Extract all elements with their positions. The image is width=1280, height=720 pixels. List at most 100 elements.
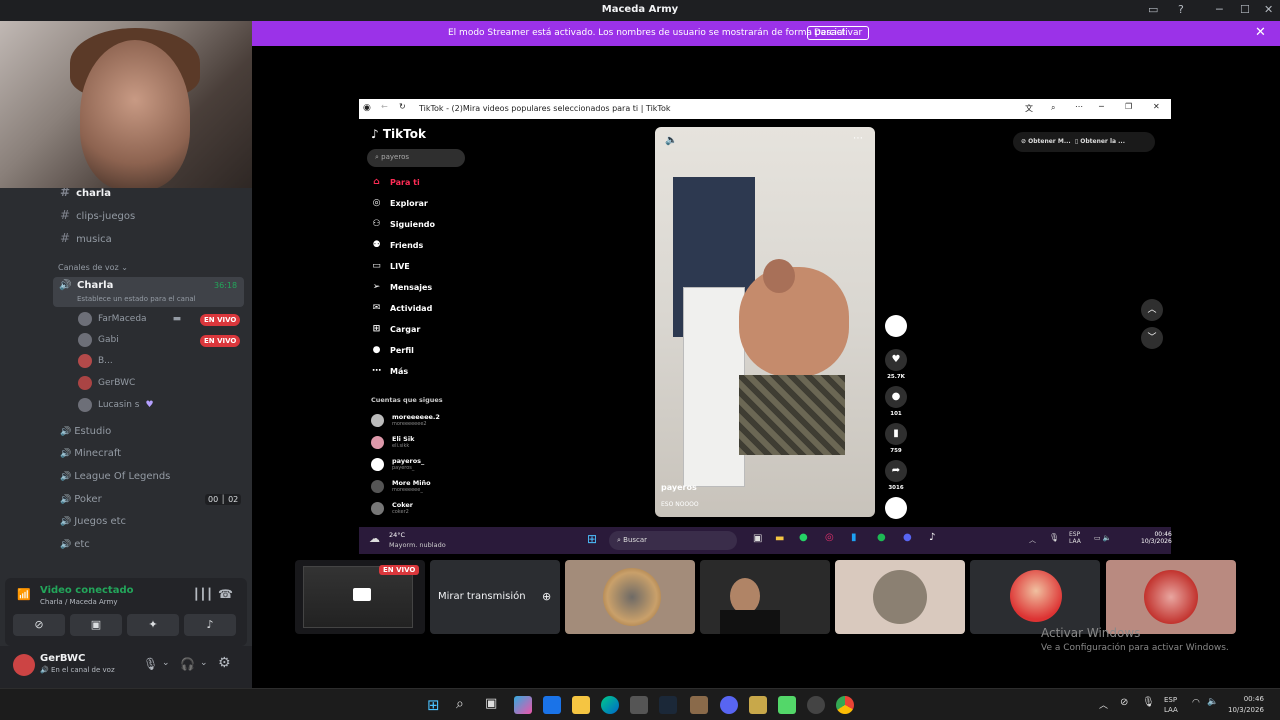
mail-icon[interactable] [543, 696, 561, 714]
close-icon[interactable]: ✕ [1264, 3, 1273, 16]
stream-tile[interactable]: EN VIVO [295, 560, 425, 634]
more-icon[interactable]: ⋯ [1075, 102, 1083, 111]
language-indicator[interactable]: ESP LAA [1069, 531, 1081, 545]
restore-icon[interactable]: ❐ [1125, 102, 1132, 111]
microphone-icon[interactable]: 🎙 [1049, 533, 1059, 542]
edge-icon[interactable] [601, 696, 619, 714]
minimize-icon[interactable]: ─ [1216, 3, 1223, 16]
clock[interactable]: 00:46 10/3/2026 [1141, 531, 1172, 545]
steam-icon[interactable] [659, 696, 677, 714]
watch-stream-button[interactable]: Mirar transmisión [438, 591, 526, 602]
nav-mas[interactable]: ⋯ Más [371, 366, 408, 376]
discord-icon[interactable]: ● [903, 532, 912, 543]
participant-tile[interactable] [700, 560, 830, 634]
nav-live[interactable]: ▭ LIVE [371, 261, 410, 271]
language-indicator[interactable]: ESP LAA [1164, 695, 1178, 715]
voice-user[interactable]: FarMaceda ▬ [78, 311, 181, 327]
folder-icon[interactable] [572, 696, 590, 714]
windows-icon[interactable]: ⊞ [427, 696, 445, 714]
active-voice-channel[interactable]: 🔊 Charla Establece un estado para el can… [53, 277, 244, 307]
task-view-icon[interactable]: ▣ [753, 533, 762, 544]
account-item[interactable]: payeros_ payeros_ [371, 457, 424, 471]
chevron-down-icon[interactable]: ﹀ [1141, 327, 1163, 349]
windows-icon[interactable]: ⊞ [587, 532, 597, 546]
account-item[interactable]: moreeeeee.2 moreeeeeee2 [371, 413, 440, 427]
translate-icon[interactable]: 文 [1025, 103, 1033, 114]
voice-channel-lol[interactable]: 🔊 League Of Legends [60, 471, 170, 482]
voice-user[interactable]: GerBWC [78, 375, 135, 391]
account-item[interactable]: More Miño moreeeeee_ [371, 479, 431, 493]
like-icon[interactable]: ♥ [885, 349, 907, 371]
spotify-icon[interactable]: ● [877, 532, 886, 543]
soundboard-button[interactable]: ♪ [184, 614, 236, 636]
volume-icon[interactable]: 🔈 [665, 135, 677, 146]
noise-suppression-icon[interactable]: ┃┃┃ [193, 588, 213, 601]
nav-explorar[interactable]: ◎ Explorar [371, 198, 428, 208]
chrome-icon[interactable] [836, 696, 854, 714]
microphone-icon[interactable]: 🎙 [143, 657, 158, 671]
maximize-icon[interactable]: ☐ [1240, 3, 1250, 16]
account-item[interactable]: Coker coker2 [371, 501, 413, 515]
video-player[interactable]: 🔈 ⋯ payeros ESO NOOOO [655, 127, 875, 517]
volume-icon[interactable]: ▭ 🔈 [1094, 534, 1112, 542]
app-icon[interactable] [690, 696, 708, 714]
channel-status-hint[interactable]: Establece un estado para el canal [77, 295, 196, 303]
close-icon[interactable]: ✕ [1153, 102, 1160, 111]
nav-siguiendo[interactable]: ⚇ Siguiendo [371, 219, 435, 229]
clock[interactable]: 00:46 10/3/2026 [1228, 694, 1264, 716]
get-app-buttons[interactable]: ⊘ Obtener M... ▯ Obtener la ... [1013, 132, 1155, 152]
participant-tile[interactable] [565, 560, 695, 634]
refresh-icon[interactable]: ↻ [399, 102, 406, 111]
zoom-icon[interactable]: ⌕ [1051, 103, 1055, 113]
app-tray-icon[interactable]: ⊘ [1120, 697, 1128, 708]
nav-friends[interactable]: ⚉ Friends [371, 240, 423, 250]
activities-button[interactable]: ✦ [127, 614, 179, 636]
creator-avatar[interactable] [885, 315, 907, 337]
volume-icon[interactable]: 🔈 [1207, 697, 1218, 707]
screen-share-button[interactable]: ▣ [70, 614, 122, 636]
folder-icon[interactable]: ▬ [775, 533, 784, 544]
add-stream-icon[interactable]: ⊕ [542, 590, 551, 603]
close-icon[interactable]: ✕ [1255, 25, 1266, 40]
nav-actividad[interactable]: ✉ Actividad [371, 303, 433, 313]
store-icon[interactable] [630, 696, 648, 714]
voice-channel-juegos[interactable]: 🔊 Juegos etc [60, 516, 126, 527]
video-username[interactable]: payeros [661, 483, 697, 492]
taskbar-search[interactable]: ⌕ Buscar [609, 531, 737, 550]
bookmark-icon[interactable]: ▮ [885, 423, 907, 445]
avatar[interactable] [13, 654, 35, 676]
microphone-icon[interactable]: 🎙 [1142, 697, 1155, 708]
whatsapp-icon[interactable]: ● [799, 532, 808, 543]
nav-mensajes[interactable]: ➢ Mensajes [371, 282, 432, 292]
voice-channel-estudio[interactable]: 🔊 Estudio [60, 426, 111, 437]
channel-clips-juegos[interactable]: # clips-juegos [60, 208, 135, 222]
music-disc-icon[interactable] [885, 497, 907, 519]
back-icon[interactable]: ← [381, 102, 388, 111]
chevron-up-icon[interactable]: ︿ [1099, 698, 1108, 711]
search-icon[interactable]: ⌕ [456, 696, 474, 714]
more-icon[interactable]: ⋯ [853, 133, 863, 144]
nav-para-ti[interactable]: ⌂ Para ti [371, 177, 419, 187]
task-view-icon[interactable]: ▣ [485, 696, 503, 714]
chevron-up-icon[interactable]: ︿ [1141, 299, 1163, 321]
app-icon[interactable] [778, 696, 796, 714]
voice-channels-header[interactable]: Canales de voz ⌄ [58, 263, 128, 272]
share-icon[interactable]: ➦ [885, 460, 907, 482]
account-item[interactable]: Eli Sik eli.sikk [371, 435, 414, 449]
comment-icon[interactable]: ● [885, 386, 907, 408]
chevron-down-icon[interactable]: ⌄ [162, 658, 170, 668]
voice-channel-poker[interactable]: 🔊 Poker [60, 494, 102, 505]
chevron-down-icon[interactable]: ⌄ [200, 658, 208, 668]
voice-location[interactable]: Charla / Maceda Army [40, 598, 117, 606]
participant-tile[interactable] [1106, 560, 1236, 634]
instagram-icon[interactable]: ◎ [825, 532, 834, 543]
voice-user[interactable]: B... [78, 353, 113, 369]
voice-user[interactable]: Lucasin s ♥ [78, 397, 154, 413]
twitter-icon[interactable]: ▮ [851, 532, 857, 543]
channel-musica[interactable]: # musica [60, 231, 112, 245]
search-input[interactable]: ⌕ payeros [367, 149, 465, 167]
minimize-icon[interactable]: ─ [1099, 102, 1104, 111]
shared-screen[interactable]: ◉ ← ↻ TikTok - (2)Mira videos populares … [359, 99, 1171, 527]
tiktok-icon[interactable]: ♪ [929, 532, 935, 543]
voice-channel-minecraft[interactable]: 🔊 Minecraft [60, 448, 121, 459]
